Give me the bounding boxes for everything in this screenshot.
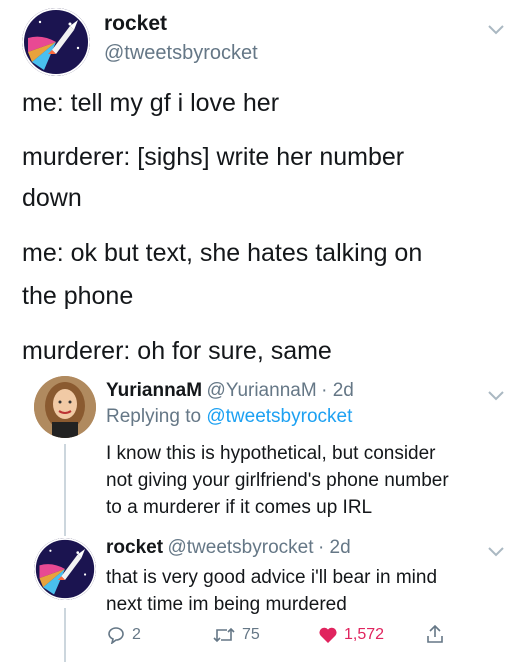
- tweet-text-line: me: tell my gf i love her: [22, 89, 280, 117]
- retweet-icon: [213, 627, 235, 643]
- author-handle[interactable]: @tweetsbyrocket: [104, 42, 258, 65]
- reply-button[interactable]: 2: [106, 626, 141, 644]
- tweet-text-line: not giving your girlfriend's phone numbe…: [106, 470, 449, 491]
- tweet-text-line: the phone: [22, 282, 134, 310]
- tweet-text-line: me: ok but text, she hates talking on: [22, 239, 423, 267]
- author-name[interactable]: YuriannaM: [106, 380, 202, 401]
- tweet-text-line: murderer: oh for sure, same: [22, 337, 332, 365]
- author-name[interactable]: rocket: [106, 537, 163, 558]
- tweet-text-line: I know this is hypothetical, but conside…: [106, 443, 436, 464]
- tweet-text-line: down: [22, 184, 82, 212]
- timestamp[interactable]: · 2d: [318, 537, 351, 558]
- like-count: 1,572: [344, 626, 385, 643]
- timestamp[interactable]: · 2d: [321, 380, 354, 401]
- comment-icon: [108, 627, 124, 644]
- chevron-down-icon[interactable]: [488, 388, 504, 406]
- author-name[interactable]: rocket: [104, 12, 167, 36]
- heart-icon: [319, 627, 337, 643]
- chevron-down-icon[interactable]: [488, 22, 504, 40]
- tweet-text-line: that is very good advice i'll bear in mi…: [106, 567, 438, 588]
- like-button[interactable]: 1,572: [318, 626, 384, 644]
- tweet-text-line: murderer: [sighs] write her number: [22, 143, 405, 171]
- tweet-text-line: next time im being murdered: [106, 594, 347, 615]
- share-icon: [427, 624, 443, 643]
- share-button[interactable]: [426, 624, 444, 644]
- avatar[interactable]: [34, 538, 96, 600]
- retweet-count: 75: [242, 626, 260, 643]
- thread-line: [64, 444, 66, 522]
- author-handle[interactable]: @tweetsbyrocket: [167, 537, 313, 558]
- reply-count: 2: [132, 626, 141, 643]
- replying-to-handle[interactable]: @tweetsbyrocket: [206, 406, 352, 427]
- thread-line: [64, 608, 66, 662]
- chevron-down-icon[interactable]: [488, 544, 504, 562]
- tweet-text-line: to a murderer if it comes up IRL: [106, 497, 373, 518]
- retweet-button[interactable]: 75: [212, 626, 260, 644]
- thread-line: [64, 522, 66, 536]
- replying-to-label: Replying to: [106, 406, 202, 427]
- avatar[interactable]: [22, 8, 90, 76]
- avatar[interactable]: [34, 376, 96, 438]
- author-handle[interactable]: @YuriannaM: [207, 380, 317, 401]
